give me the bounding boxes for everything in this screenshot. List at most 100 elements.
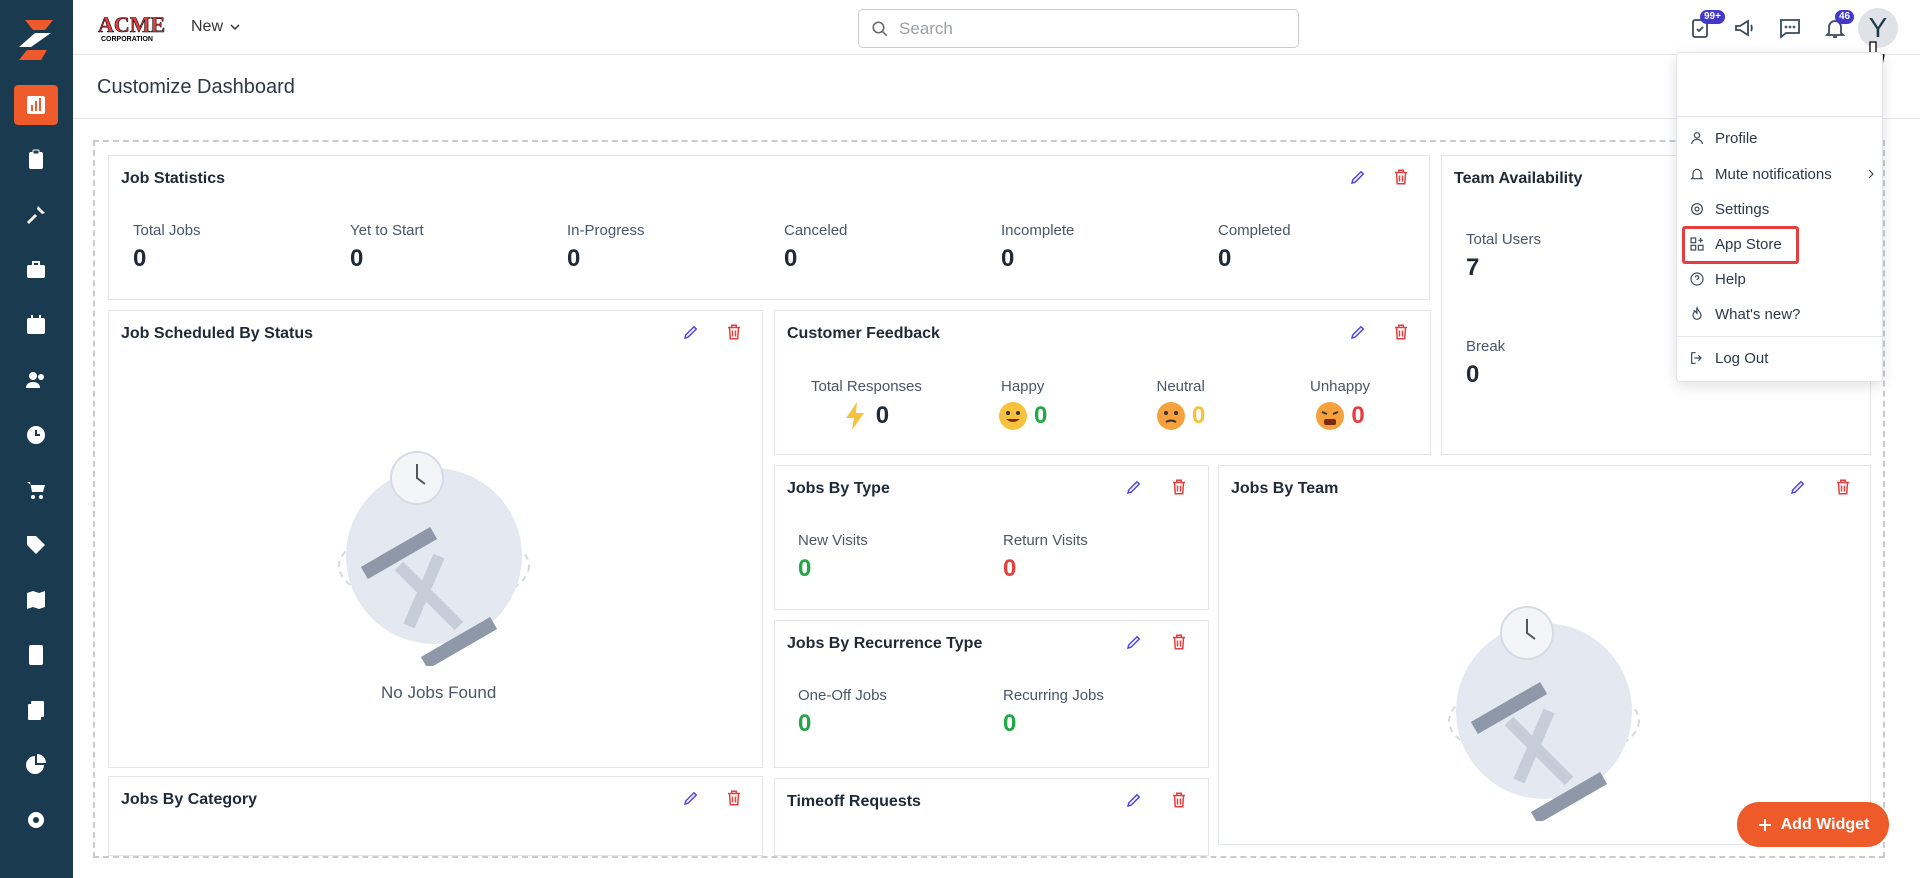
sidebar-item-map-icon[interactable] [14, 580, 58, 620]
empty-hourglass-illustration [338, 451, 530, 666]
empty-state-text: No Jobs Found [381, 683, 497, 702]
stat-one-off-jobs: One-Off Jobs 0 [798, 687, 887, 737]
stat-total-responses: Total Responses 0 [811, 378, 922, 430]
acme-logo[interactable]: ACME CORPORATION [97, 10, 169, 44]
stat-in-progress: In-Progress 0 [567, 222, 645, 272]
card-title: Jobs By Type [787, 480, 890, 497]
unhappy-face-icon [1316, 402, 1345, 430]
jobs-by-category-card[interactable]: Jobs By Category [108, 776, 763, 856]
chat-icon [1780, 19, 1800, 39]
card-title: Timeoff Requests [787, 793, 921, 810]
edit-icon[interactable] [1125, 478, 1147, 500]
stat-neutral: Neutral 0 [1156, 378, 1206, 430]
job-statistics-card[interactable]: Job Statistics Total Jobs 0 Yet to Start 0… [108, 155, 1430, 300]
app-logo-icon[interactable] [15, 16, 57, 64]
stat-completed: Completed 0 [1218, 222, 1291, 272]
chevron-right-icon [1868, 169, 1874, 179]
edit-icon[interactable] [1349, 168, 1371, 190]
trash-icon[interactable] [1170, 478, 1192, 500]
dashboard-drop-area: Job Statistics Total Jobs 0 Yet to Start 0… [93, 140, 1885, 858]
menu-item-label: Settings [1715, 200, 1770, 218]
tasks-badge: 99+ [1700, 10, 1725, 24]
menu-item-label: Log Out [1715, 349, 1769, 367]
card-title: Jobs By Category [121, 791, 258, 808]
sidebar-item-briefcase-icon[interactable] [14, 250, 58, 290]
sidebar-item-tools-icon[interactable] [14, 195, 58, 235]
stat-canceled: Canceled 0 [784, 222, 848, 272]
sidebar-item-documents-icon[interactable] [14, 690, 58, 730]
sidebar-item-dashboard-icon[interactable] [14, 85, 58, 125]
sidebar-item-jobs-icon[interactable] [14, 140, 58, 180]
menu-item-label: Mute notifications [1715, 165, 1832, 183]
chevron-down-icon [230, 24, 240, 31]
menu-item-profile[interactable]: Profile [1689, 127, 1758, 149]
empty-hourglass-illustration [1448, 606, 1640, 821]
menu-item-settings[interactable]: Settings [1689, 198, 1769, 220]
highlight-box [1682, 226, 1799, 264]
help-icon [1690, 272, 1704, 286]
user-menu: Profile Mute notifications Settings App … [1676, 52, 1883, 382]
flame-icon [1692, 306, 1702, 320]
stat-return-visits: Return Visits 0 [1003, 532, 1088, 582]
timeoff-requests-card[interactable]: Timeoff Requests [774, 778, 1209, 856]
trash-icon[interactable] [725, 323, 747, 345]
notifications-button[interactable]: 46 [1819, 10, 1855, 44]
trash-icon[interactable] [1170, 791, 1192, 813]
trash-icon[interactable] [1392, 168, 1414, 190]
new-label: New [191, 18, 224, 35]
customer-feedback-card[interactable]: Customer Feedback Total Responses 0 Happ… [774, 310, 1431, 455]
search-input[interactable]: Search [858, 9, 1299, 48]
stat-incomplete: Incomplete 0 [1001, 222, 1075, 272]
card-title: Job Statistics [121, 170, 226, 187]
edit-icon[interactable] [682, 789, 704, 811]
jobs-by-recurrence-card[interactable]: Jobs By Recurrence Type One-Off Jobs 0 Re… [774, 620, 1209, 768]
edit-icon[interactable] [1125, 633, 1147, 655]
stat-happy: Happy 0 [998, 378, 1047, 431]
megaphone-icon [1735, 19, 1753, 37]
logout-icon [1691, 352, 1702, 364]
stat-unhappy: Unhappy 0 [1310, 378, 1371, 430]
edit-icon[interactable] [682, 323, 704, 345]
lightning-icon [845, 402, 864, 430]
trash-icon[interactable] [725, 789, 747, 811]
menu-item-log-out[interactable]: Log Out [1689, 347, 1768, 369]
job-scheduled-by-status-card[interactable]: Job Scheduled By Status No Jobs Found [108, 310, 763, 768]
stat-total-jobs: Total Jobs 0 [133, 222, 201, 272]
sidebar-item-reports-icon[interactable] [14, 745, 58, 785]
menu-divider [1677, 336, 1882, 337]
jobs-by-type-card[interactable]: Jobs By Type New Visits 0 Return Visits 0 [774, 465, 1209, 610]
new-dropdown-button[interactable]: New [191, 18, 241, 36]
menu-item-mute-notifications[interactable]: Mute notifications [1689, 163, 1879, 185]
edit-icon[interactable] [1349, 323, 1371, 345]
messages-button[interactable] [1774, 12, 1806, 44]
sidebar-item-users-icon[interactable] [14, 360, 58, 400]
search-icon [872, 21, 888, 36]
edit-icon[interactable] [1789, 478, 1811, 500]
menu-item-whats-new[interactable]: What's new? [1689, 303, 1800, 325]
sidebar-item-calculator-icon[interactable] [14, 635, 58, 675]
tasks-button[interactable]: 99+ [1684, 10, 1725, 44]
card-title: Jobs By Team [1231, 480, 1339, 497]
announcements-button[interactable] [1729, 12, 1761, 44]
sidebar-item-cart-icon[interactable] [14, 470, 58, 510]
trash-icon[interactable] [1170, 633, 1192, 655]
card-title: Jobs By Recurrence Type [787, 635, 983, 652]
search-placeholder: Search [899, 18, 953, 38]
sidebar-item-calendar-icon[interactable] [14, 305, 58, 345]
trash-icon[interactable] [1834, 478, 1856, 500]
card-title: Team Availability [1454, 170, 1583, 187]
menu-item-label: What's new? [1715, 305, 1801, 323]
sidebar-item-settings-icon[interactable] [14, 800, 58, 840]
bell-icon [1690, 168, 1704, 180]
stat-break: Break 0 [1466, 338, 1506, 388]
add-widget-button[interactable]: Add Widget [1737, 802, 1889, 847]
trash-icon[interactable] [1392, 323, 1414, 345]
sidebar-item-tag-icon[interactable] [14, 525, 58, 565]
jobs-by-team-card[interactable]: Jobs By Team [1218, 465, 1871, 845]
card-title: Job Scheduled By Status [121, 325, 314, 342]
sidebar-item-clock-icon[interactable] [14, 415, 58, 455]
menu-item-help[interactable]: Help [1689, 268, 1746, 290]
edit-icon[interactable] [1125, 791, 1147, 813]
stat-recurring-jobs: Recurring Jobs 0 [1003, 687, 1104, 737]
neutral-face-icon [1157, 402, 1185, 430]
